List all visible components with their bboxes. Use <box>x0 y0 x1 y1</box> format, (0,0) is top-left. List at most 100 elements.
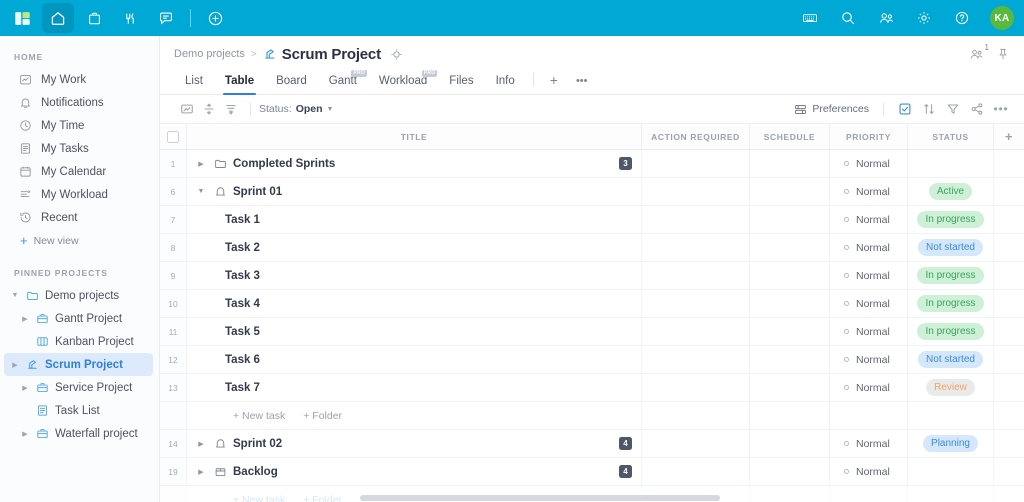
tab-board[interactable]: Board <box>265 75 318 94</box>
people-icon[interactable] <box>868 0 904 36</box>
row-action-required-cell[interactable] <box>642 178 750 205</box>
add-icon[interactable] <box>197 0 233 36</box>
tab-list[interactable]: List <box>174 75 214 94</box>
keyboard-icon[interactable] <box>792 0 828 36</box>
row-title-cell[interactable]: Task 5 <box>187 318 642 345</box>
sidebar-project-demo-projects[interactable]: ▼ Demo projects <box>0 284 159 307</box>
row-action-required-cell[interactable] <box>642 318 750 345</box>
row-schedule-cell[interactable] <box>750 150 830 177</box>
row-title-cell[interactable]: Task 7 <box>187 374 642 401</box>
row-status-cell[interactable] <box>908 458 994 485</box>
horizontal-scrollbar[interactable] <box>360 495 720 501</box>
chevron-right-icon[interactable]: ▶ <box>195 160 207 168</box>
row-schedule-cell[interactable] <box>750 290 830 317</box>
table-row[interactable]: 14 ▶ Sprint 02 4 Normal Planning <box>160 430 1024 458</box>
sort-icon[interactable] <box>918 98 940 120</box>
row-status-cell[interactable]: Planning <box>908 430 994 457</box>
row-title-cell[interactable]: Task 6 <box>187 346 642 373</box>
breadcrumb-parent[interactable]: Demo projects <box>174 48 245 60</box>
row-title-cell[interactable]: ▶ Backlog 4 <box>187 458 642 485</box>
project-members-button[interactable]: 1 <box>969 47 984 62</box>
expand-rows-icon[interactable] <box>176 98 198 120</box>
row-action-required-cell[interactable] <box>642 346 750 373</box>
row-title-cell[interactable]: Task 2 <box>187 234 642 261</box>
preferences-button[interactable]: Preferences <box>794 103 873 116</box>
row-status-cell[interactable]: Review <box>908 374 994 401</box>
row-priority-cell[interactable]: Normal <box>830 430 908 457</box>
row-status-cell[interactable]: Not started <box>908 234 994 261</box>
column-header-status[interactable]: STATUS <box>908 124 994 149</box>
row-priority-cell[interactable]: Normal <box>830 150 908 177</box>
chat-icon[interactable] <box>148 0 184 36</box>
table-row[interactable]: 10 Task 4 Normal In progress <box>160 290 1024 318</box>
column-header-priority[interactable]: PRIORITY <box>830 124 908 149</box>
sidebar-project-task-list[interactable]: ▶ Task List <box>0 399 159 422</box>
dashboard-icon[interactable] <box>4 0 40 36</box>
more-options-icon[interactable]: ••• <box>990 98 1012 120</box>
row-status-cell[interactable]: Active <box>908 178 994 205</box>
sidebar-project-scrum-project[interactable]: ▶ Scrum Project <box>4 353 153 376</box>
sidebar-item-my-workload[interactable]: My Workload <box>0 183 159 206</box>
chevron-down-icon[interactable]: ▼ <box>10 292 20 299</box>
row-action-required-cell[interactable] <box>642 374 750 401</box>
table-row[interactable]: 13 Task 7 Normal Review <box>160 374 1024 402</box>
sidebar-new-view-button[interactable]: + New view <box>0 229 159 252</box>
row-status-cell[interactable]: In progress <box>908 262 994 289</box>
row-status-cell[interactable]: In progress <box>908 290 994 317</box>
chevron-right-icon[interactable]: ▶ <box>20 430 30 438</box>
row-status-cell[interactable] <box>908 150 994 177</box>
tab-gantt[interactable]: Gantt PRO <box>318 75 368 94</box>
add-column-button[interactable]: + <box>994 124 1024 149</box>
filter-icon[interactable] <box>942 98 964 120</box>
chevron-down-icon[interactable]: ▼ <box>195 188 207 195</box>
row-schedule-cell[interactable] <box>750 262 830 289</box>
new-folder-button[interactable]: + Folder <box>303 410 342 422</box>
row-action-required-cell[interactable] <box>642 234 750 261</box>
sidebar-item-my-tasks[interactable]: My Tasks <box>0 137 159 160</box>
sidebar-project-gantt-project[interactable]: ▶ Gantt Project <box>0 307 159 330</box>
row-action-required-cell[interactable] <box>642 430 750 457</box>
row-priority-cell[interactable]: Normal <box>830 234 908 261</box>
tab-workload[interactable]: Workload PRO <box>368 75 438 94</box>
chevron-right-icon[interactable]: ▶ <box>195 468 207 476</box>
row-schedule-cell[interactable] <box>750 346 830 373</box>
row-schedule-cell[interactable] <box>750 178 830 205</box>
collapse-icon[interactable] <box>198 98 220 120</box>
gear-icon[interactable] <box>906 0 942 36</box>
table-row[interactable]: 11 Task 5 Normal In progress <box>160 318 1024 346</box>
table-row[interactable]: 9 Task 3 Normal In progress <box>160 262 1024 290</box>
row-priority-cell[interactable]: Normal <box>830 290 908 317</box>
row-priority-cell[interactable]: Normal <box>830 458 908 485</box>
portfolio-icon[interactable] <box>76 0 112 36</box>
column-header-title[interactable]: TITLE <box>187 124 642 149</box>
tab-files[interactable]: Files <box>438 75 484 94</box>
sidebar-project-waterfall-project[interactable]: ▶ Waterfall project <box>0 422 159 445</box>
filter-rows-icon[interactable] <box>220 98 242 120</box>
row-status-cell[interactable]: Not started <box>908 346 994 373</box>
row-priority-cell[interactable]: Normal <box>830 206 908 233</box>
row-status-cell[interactable]: In progress <box>908 318 994 345</box>
row-schedule-cell[interactable] <box>750 234 830 261</box>
table-row[interactable]: 12 Task 6 Normal Not started <box>160 346 1024 374</box>
row-action-required-cell[interactable] <box>642 290 750 317</box>
row-schedule-cell[interactable] <box>750 206 830 233</box>
table-row[interactable]: 6 ▼ Sprint 01 Normal Active <box>160 178 1024 206</box>
chevron-right-icon[interactable]: ▶ <box>10 361 20 369</box>
new-task-button[interactable]: + New task <box>233 494 285 502</box>
sidebar-item-my-time[interactable]: My Time <box>0 114 159 137</box>
row-schedule-cell[interactable] <box>750 318 830 345</box>
new-folder-button[interactable]: + Folder <box>303 494 342 502</box>
row-action-required-cell[interactable] <box>642 150 750 177</box>
help-icon[interactable] <box>944 0 980 36</box>
column-header-schedule[interactable]: SCHEDULE <box>750 124 830 149</box>
search-icon[interactable] <box>830 0 866 36</box>
table-row[interactable]: 19 ▶ Backlog 4 Normal <box>160 458 1024 486</box>
row-priority-cell[interactable]: Normal <box>830 262 908 289</box>
column-header-action-required[interactable]: ACTION REQUIRED <box>642 124 750 149</box>
row-priority-cell[interactable]: Normal <box>830 178 908 205</box>
row-schedule-cell[interactable] <box>750 458 830 485</box>
tabs-more-button[interactable]: ••• <box>567 76 597 94</box>
new-task-button[interactable]: + New task <box>233 410 285 422</box>
tab-info[interactable]: Info <box>485 75 526 94</box>
tab-table[interactable]: Table <box>214 75 265 94</box>
